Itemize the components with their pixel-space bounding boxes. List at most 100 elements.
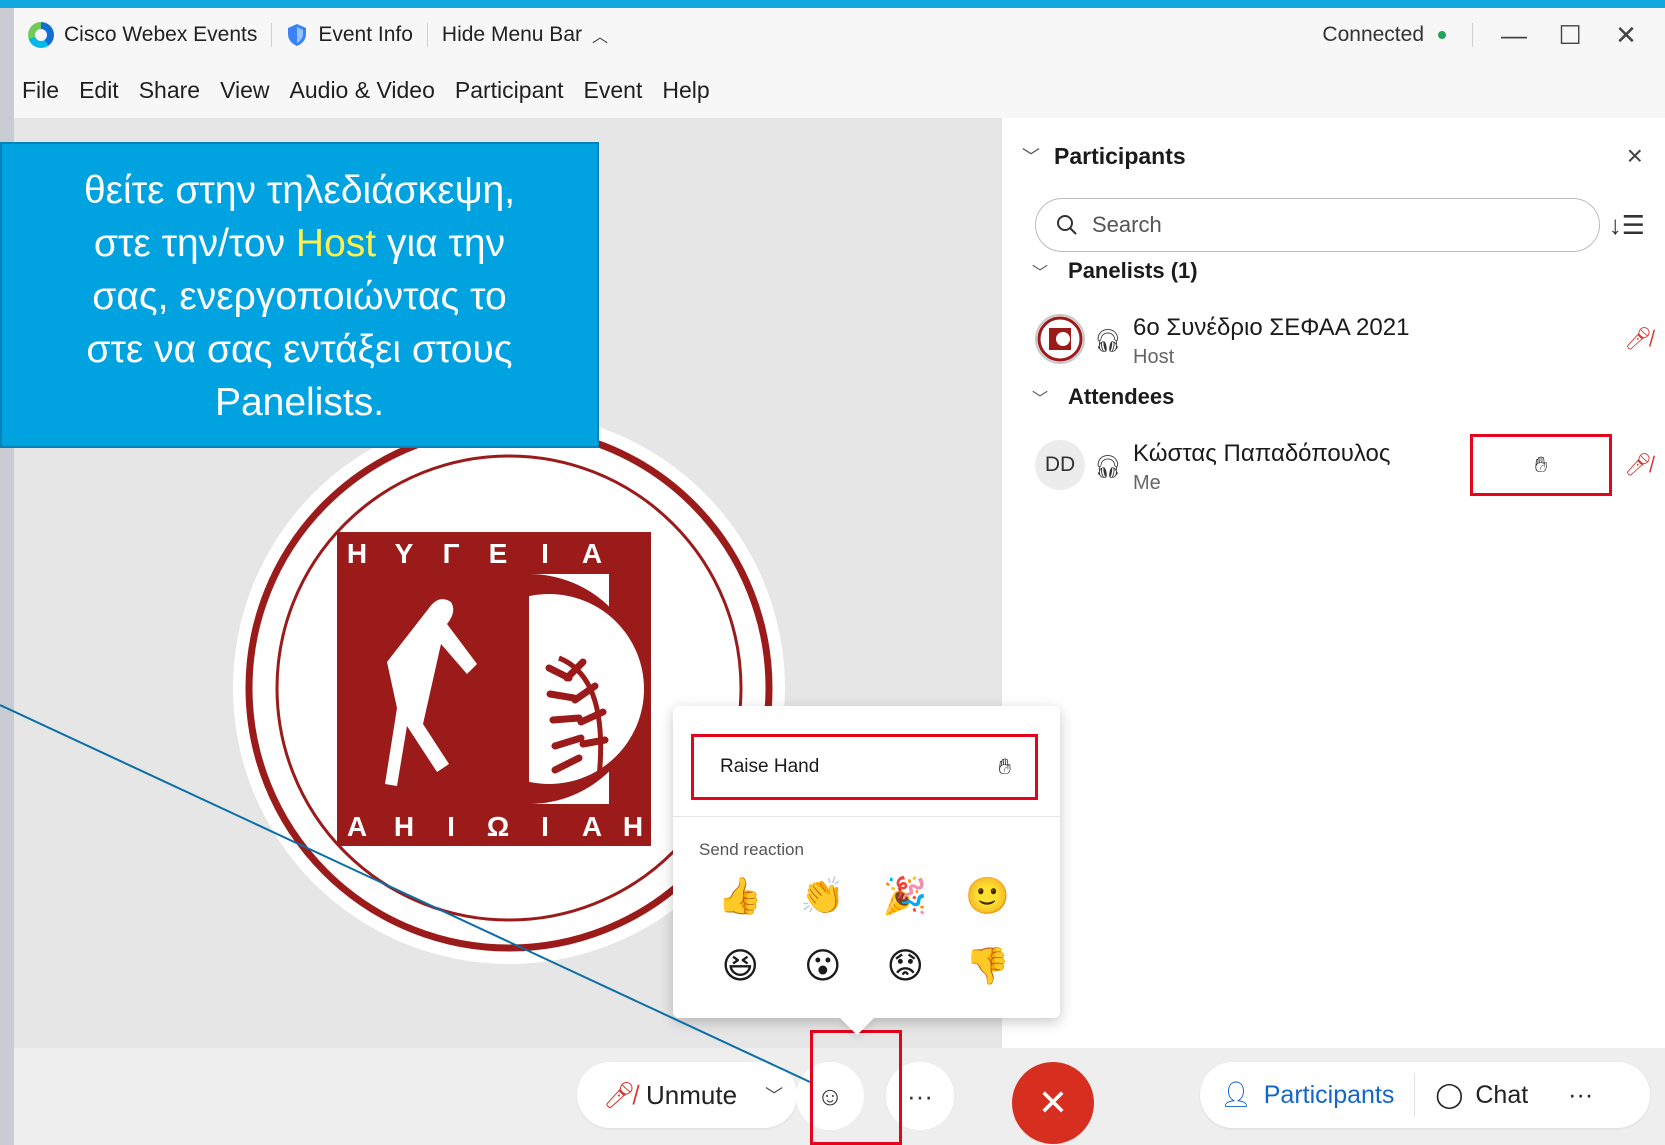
close-icon[interactable]: ✕ [1611, 20, 1641, 51]
surprised-icon[interactable]: 😮 [782, 942, 865, 990]
shield-icon [288, 24, 307, 46]
smile-icon[interactable]: 🙂 [947, 872, 1030, 920]
event-info-button[interactable]: Event Info [272, 20, 427, 50]
reactions-highlight-box [810, 1030, 902, 1145]
webex-logo-icon [28, 22, 54, 48]
seal-letter: Α [582, 538, 602, 569]
attendees-section-header[interactable]: ﹀ Attendees [1032, 384, 1174, 410]
participant-role: Host [1133, 346, 1175, 368]
participants-toggle-button[interactable]: 👤︎ Participants [1200, 1062, 1414, 1128]
chevron-down-icon[interactable]: ﹀ [765, 1082, 783, 1108]
panel-header: ﹀ Participants × [1002, 136, 1665, 176]
send-reaction-label: Send reaction [699, 840, 804, 859]
mic-muted-icon: 🎤︎̸ [1624, 326, 1652, 351]
menu-file[interactable]: File [14, 77, 69, 104]
raise-hand-button[interactable]: Raise Hand ✋︎ [691, 734, 1038, 800]
chat-toggle-label: Chat [1475, 1080, 1529, 1109]
participant-search-input[interactable]: Search [1035, 198, 1600, 252]
participant-name: 6ο Συνέδριο ΣΕΦΑΑ 2021 [1133, 314, 1410, 341]
close-icon: ✕ [1037, 1082, 1069, 1123]
unmute-button[interactable]: 🎤︎̸ Unmute ﹀ [577, 1062, 797, 1128]
menu-share[interactable]: Share [129, 77, 210, 104]
callout-host-word: Host [295, 222, 377, 265]
seal-letter: Ω [487, 811, 509, 842]
participant-row-me[interactable]: DD 🎧︎ Κώστας Παπαδόπουλος Me ✋︎ 🎤︎̸ [1032, 434, 1652, 498]
mic-muted-locked-icon: 🎤︎̸ [1624, 452, 1652, 477]
leave-meeting-button[interactable]: ✕ [1012, 1062, 1094, 1144]
chat-toggle-button[interactable]: ◯ Chat [1415, 1062, 1548, 1128]
menu-edit[interactable]: Edit [69, 77, 129, 104]
instruction-callout: θείτε στην τηλεδιάσκεψη, στε την/τον Hos… [0, 142, 599, 448]
title-separator [1472, 23, 1473, 47]
maximize-icon[interactable]: ☐ [1555, 20, 1585, 51]
laugh-icon[interactable]: 😆 [699, 942, 782, 990]
reaction-grid: 👍 👏 🎉 🙂 😆 😮 😟 👎 [699, 872, 1029, 990]
seal-letter: Ε [489, 538, 508, 569]
avatar [1035, 314, 1085, 364]
callout-line: σας, ενεργοποιώντας το [92, 275, 507, 318]
seal-letter: Ι [447, 811, 455, 842]
callout-line: Panelists. [214, 381, 385, 424]
hide-menu-bar-button[interactable]: Hide Menu Bar ︿ [428, 20, 622, 50]
callout-line: στε να σας εντάξει στους [86, 328, 513, 371]
clap-icon[interactable]: 👏 [782, 872, 865, 920]
thumbs-up-icon[interactable]: 👍 [699, 872, 782, 920]
minimize-icon[interactable]: — [1499, 20, 1529, 51]
participants-toggle-label: Participants [1263, 1080, 1395, 1109]
chevron-down-icon: ﹀ [1032, 391, 1049, 408]
title-bar: Cisco Webex Events Event Info Hide Menu … [14, 8, 1665, 62]
participant-name: Κώστας Παπαδόπουλος [1133, 440, 1391, 467]
chat-bubble-icon: ◯ [1435, 1081, 1464, 1109]
seal-letter: Ι [541, 538, 549, 569]
more-icon: ··· [1568, 1080, 1594, 1109]
app-title: Cisco Webex Events [14, 20, 271, 50]
unmute-label: Unmute [646, 1079, 738, 1110]
menu-event[interactable]: Event [574, 77, 653, 104]
seal-letter: Α [347, 811, 367, 842]
participants-icon: 👤︎ [1220, 1080, 1252, 1109]
callout-line: στε την/τον Host για την [93, 222, 506, 265]
panel-toggle-group: 👤︎ Participants ◯ Chat ··· [1200, 1062, 1650, 1128]
window-controls: Connected — ☐ ✕ [1322, 8, 1641, 62]
more-icon: ··· [907, 1080, 933, 1111]
seal-letter: Η [347, 538, 367, 569]
menu-help[interactable]: Help [652, 77, 719, 104]
mic-muted-icon: 🎤︎̸ [603, 1079, 637, 1110]
reactions-popup: Raise Hand ✋︎ Send reaction 👍 👏 🎉 🙂 😆 😮 … [673, 706, 1060, 1035]
seal-letter: Υ [395, 538, 414, 569]
hide-menu-bar-label: Hide Menu Bar [441, 23, 582, 46]
avatar: DD [1035, 440, 1085, 490]
seal-letter: Η [623, 811, 643, 842]
menu-bar: File Edit Share View Audio & Video Parti… [14, 62, 1665, 118]
attendees-label: Attendees [1068, 384, 1175, 409]
search-placeholder: Search [1092, 212, 1162, 237]
panelists-section-header[interactable]: ﹀ Panelists (1) [1032, 258, 1198, 284]
seal-letter: Η [394, 811, 414, 842]
connection-status: Connected [1322, 23, 1446, 47]
raised-hand-indicator[interactable]: ✋︎ [1470, 434, 1612, 496]
menu-audio-video[interactable]: Audio & Video [280, 77, 445, 104]
participant-role: Me [1133, 472, 1161, 494]
callout-line: θείτε στην τηλεδιάσκεψη, [83, 169, 516, 212]
seal-letter: Γ [443, 538, 460, 569]
close-panel-icon[interactable]: × [1627, 140, 1643, 172]
more-panels-button[interactable]: ··· [1548, 1062, 1613, 1128]
chevron-down-icon[interactable]: ﹀ [1022, 143, 1040, 169]
sad-icon[interactable]: 😟 [864, 942, 947, 990]
celebrate-icon[interactable]: 🎉 [864, 872, 947, 920]
thumbs-down-icon[interactable]: 👎 [947, 942, 1030, 990]
participant-row-host[interactable]: 🎧︎ 6ο Συνέδριο ΣΕΦΑΑ 2021 Host 🎤︎̸ [1032, 308, 1652, 372]
menu-participant[interactable]: Participant [445, 77, 574, 104]
panel-title: Participants [1054, 142, 1186, 169]
app-name: Cisco Webex Events [64, 23, 258, 46]
menu-view[interactable]: View [210, 77, 279, 104]
raised-hand-icon: ✋︎ [1534, 452, 1548, 477]
raise-hand-label: Raise Hand [720, 756, 820, 777]
chevron-down-icon: ﹀ [1032, 265, 1049, 282]
sort-icon[interactable]: ↓☰ [1609, 210, 1645, 241]
search-icon [1057, 215, 1077, 235]
participants-panel: ﹀ Participants × Search ↓☰ ﹀ Panelists (… [1001, 118, 1665, 1048]
chevron-up-icon: ︿ [592, 29, 609, 46]
seal-letter: Α [582, 811, 602, 842]
panelists-label: Panelists (1) [1068, 258, 1198, 283]
